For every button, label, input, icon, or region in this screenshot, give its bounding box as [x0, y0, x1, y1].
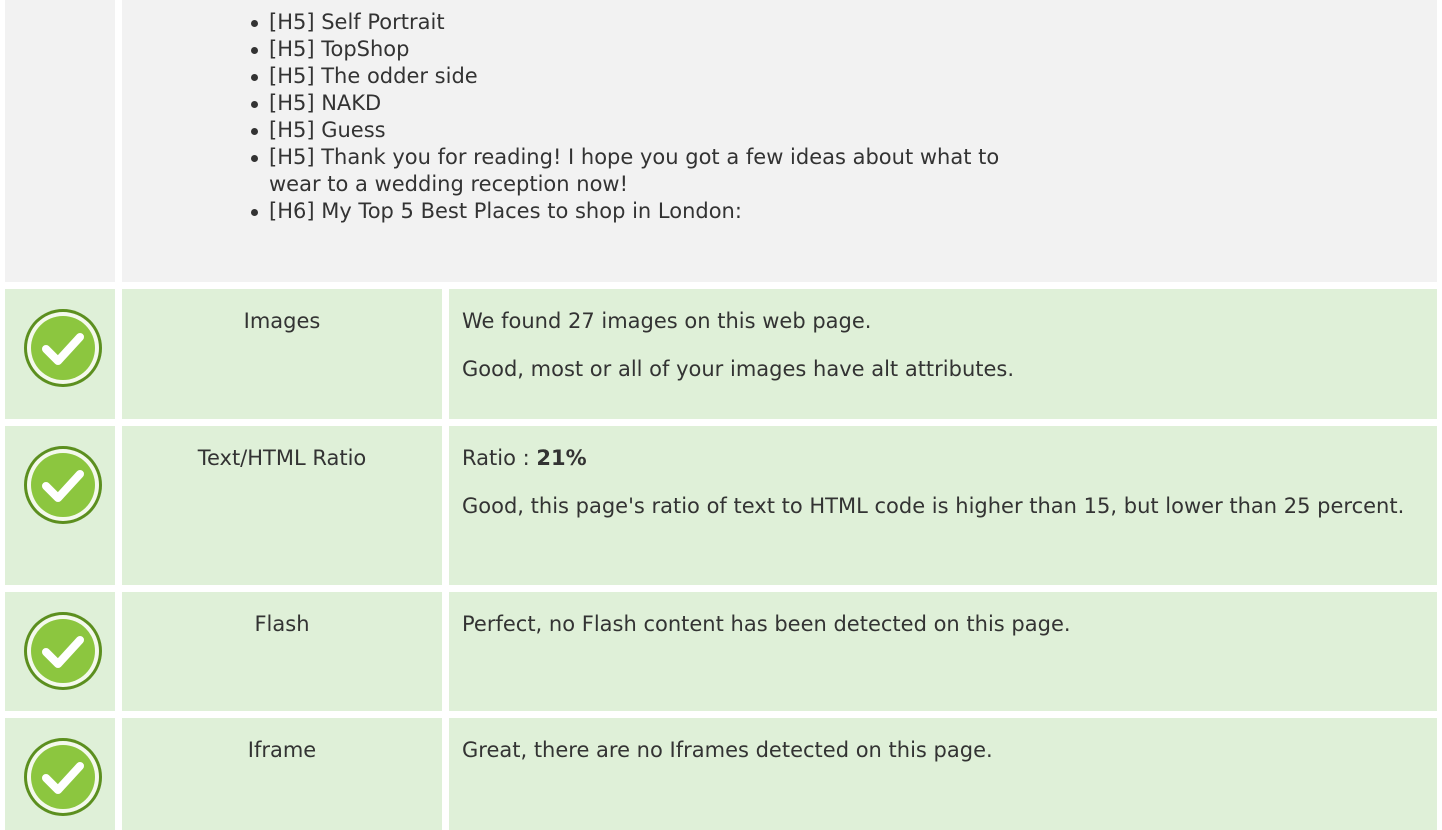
flash-label: Flash [254, 612, 310, 636]
images-icon-cell [5, 289, 115, 419]
ratio-line: Ratio : 21% [462, 445, 1407, 472]
iframe-label: Iframe [247, 738, 317, 762]
images-count-text: We found 27 images on this web page. [462, 309, 872, 333]
ratio-description: Good, this page's ratio of text to HTML … [462, 494, 1405, 518]
images-label-cell: Images [122, 289, 442, 419]
headings-icon-cell [5, 0, 115, 282]
check-circle-icon [24, 738, 102, 816]
flash-row: Flash Perfect, no Flash content has been… [0, 592, 1442, 711]
check-circle-icon [24, 612, 102, 690]
images-label: Images [243, 309, 321, 333]
headings-row: [H5] Self Portrait [H5] TopShop [H5] The… [0, 0, 1442, 282]
iframe-row: Iframe Great, there are no Iframes detec… [0, 718, 1442, 830]
iframe-value-cell: Great, there are no Iframes detected on … [449, 718, 1437, 830]
check-circle-icon [24, 446, 102, 524]
heading-item: [H5] NAKD [249, 90, 1029, 117]
images-alt-text: Good, most or all of your images have al… [462, 357, 1015, 381]
headings-list: [H5] Self Portrait [H5] TopShop [H5] The… [249, 9, 1029, 225]
check-circle-icon [24, 309, 102, 387]
heading-item: [H5] The odder side [249, 63, 1029, 90]
heading-item: [H6] My Top 5 Best Places to shop in Lon… [249, 198, 1029, 225]
flash-value-cell: Perfect, no Flash content has been detec… [449, 592, 1437, 711]
ratio-value: 21% [536, 446, 587, 470]
iframe-text: Great, there are no Iframes detected on … [462, 738, 993, 762]
ratio-value-cell: Ratio : 21% Good, this page's ratio of t… [449, 426, 1437, 585]
ratio-icon-cell [5, 426, 115, 585]
flash-label-cell: Flash [122, 592, 442, 711]
images-value-cell: We found 27 images on this web page. Goo… [449, 289, 1437, 419]
flash-text: Perfect, no Flash content has been detec… [462, 612, 1071, 636]
heading-item: [H5] TopShop [249, 36, 1029, 63]
heading-item: [H5] Guess [249, 117, 1029, 144]
iframe-icon-cell [5, 718, 115, 830]
heading-item: [H5] Thank you for reading! I hope you g… [249, 144, 1029, 198]
iframe-label-cell: Iframe [122, 718, 442, 830]
ratio-label: Text/HTML Ratio [197, 446, 367, 470]
images-row: Images We found 27 images on this web pa… [0, 289, 1442, 419]
seo-report: [H5] Self Portrait [H5] TopShop [H5] The… [0, 0, 1442, 830]
ratio-prefix: Ratio : [462, 446, 537, 470]
ratio-label-cell: Text/HTML Ratio [122, 426, 442, 585]
ratio-row: Text/HTML Ratio Ratio : 21% Good, this p… [0, 426, 1442, 585]
heading-item: [H5] Self Portrait [249, 9, 1029, 36]
flash-icon-cell [5, 592, 115, 711]
headings-value-cell: [H5] Self Portrait [H5] TopShop [H5] The… [122, 0, 1437, 282]
